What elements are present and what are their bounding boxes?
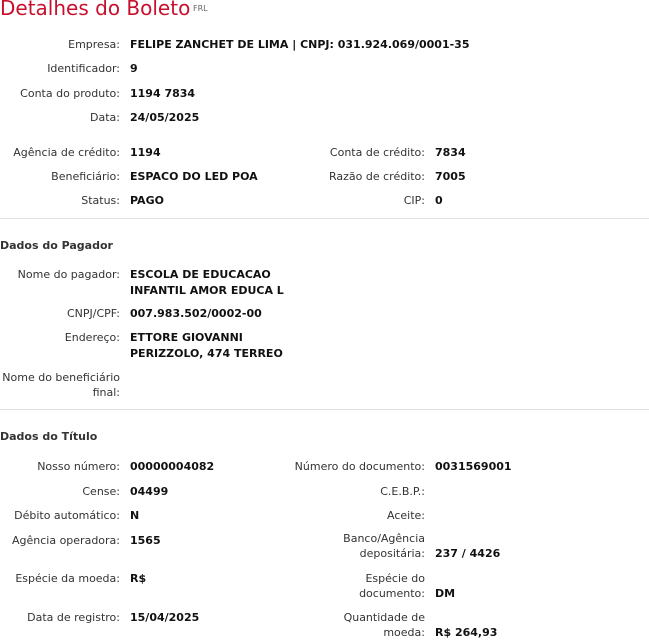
agencia-credito-label: Agência de crédito:	[13, 146, 120, 159]
endereco-line2: PERIZZOLO, 474 TERREO	[130, 347, 283, 360]
page-badge: FRL	[193, 4, 208, 13]
nome-pagador-label: Nome do pagador:	[17, 268, 120, 281]
debito-automatico-label: Débito automático:	[14, 509, 120, 522]
especie-documento-label-line2: documento:	[359, 587, 425, 600]
cense-value: 04499	[130, 485, 169, 498]
beneficiario-value: ESPACO DO LED POA	[130, 170, 258, 183]
divider	[0, 218, 649, 219]
conta-produto-value: 1194 7834	[130, 87, 196, 100]
cebp-label: C.E.B.P.:	[380, 485, 425, 498]
empresa-value: FELIPE ZANCHET DE LIMA | CNPJ: 031.924.0…	[130, 38, 470, 51]
aceite-label: Aceite:	[387, 509, 425, 522]
section-title-titulo: Dados do Título	[0, 430, 98, 443]
especie-documento-label-line1: Espécie do	[365, 572, 425, 585]
nome-pagador-line1: ESCOLA DE EDUCACAO	[130, 268, 271, 281]
endereco-line1: ETTORE GIOVANNI	[130, 331, 243, 344]
especie-moeda-label: Espécie da moeda:	[15, 572, 120, 585]
conta-credito-label: Conta de crédito:	[329, 146, 425, 159]
data-registro-label: Data de registro:	[27, 611, 120, 624]
page-title: Detalhes do Boleto	[0, 0, 191, 20]
data-label: Data:	[90, 111, 120, 124]
nome-pagador-line2: INFANTIL AMOR EDUCA L	[130, 284, 284, 297]
banco-agencia-label-line1: Banco/Agência	[343, 532, 425, 545]
conta-produto-label: Conta do produto:	[20, 87, 120, 100]
especie-documento-value: DM	[435, 587, 456, 600]
agencia-credito-value: 1194	[130, 146, 161, 159]
cnpj-value: 007.983.502/0002-00	[130, 307, 262, 320]
identificador-label: Identificador:	[47, 62, 120, 75]
agencia-operadora-label: Agência operadora:	[11, 534, 120, 547]
debito-automatico-value: N	[130, 509, 140, 522]
cense-label: Cense:	[82, 485, 120, 498]
banco-agencia-value: 237 / 4426	[435, 547, 501, 560]
cip-value: 0	[435, 194, 443, 207]
endereco-label: Endereço:	[64, 331, 120, 344]
numero-documento-label: Número do documento:	[294, 460, 425, 473]
banco-agencia-label-line2: depositária:	[359, 547, 425, 560]
data-registro-value: 15/04/2025	[130, 611, 200, 624]
quantidade-moeda-label-line2: moeda:	[383, 626, 425, 639]
beneficiario-final-label-line1: Nome do beneficiário	[2, 371, 120, 384]
beneficiario-label: Beneficiário:	[51, 170, 120, 183]
cnpj-label: CNPJ/CPF:	[67, 307, 120, 320]
cip-label: CIP:	[403, 194, 425, 207]
nosso-numero-value: 00000004082	[130, 460, 215, 473]
divider	[0, 409, 649, 410]
identificador-value: 9	[130, 62, 138, 75]
razao-credito-label: Razão de crédito:	[328, 170, 425, 183]
beneficiario-final-label-line2: final:	[92, 386, 120, 399]
section-title-pagador: Dados do Pagador	[0, 239, 113, 252]
numero-documento-value: 0031569001	[435, 460, 512, 473]
empresa-label: Empresa:	[68, 38, 120, 51]
especie-moeda-value: R$	[130, 572, 147, 585]
data-value: 24/05/2025	[130, 111, 200, 124]
agencia-operadora-value: 1565	[130, 534, 161, 547]
status-value: PAGO	[130, 194, 164, 207]
razao-credito-value: 7005	[435, 170, 466, 183]
quantidade-moeda-value: R$ 264,93	[435, 626, 498, 639]
nosso-numero-label: Nosso número:	[37, 460, 120, 473]
status-label: Status:	[81, 194, 120, 207]
conta-credito-value: 7834	[435, 146, 466, 159]
quantidade-moeda-label-line1: Quantidade de	[343, 611, 425, 624]
